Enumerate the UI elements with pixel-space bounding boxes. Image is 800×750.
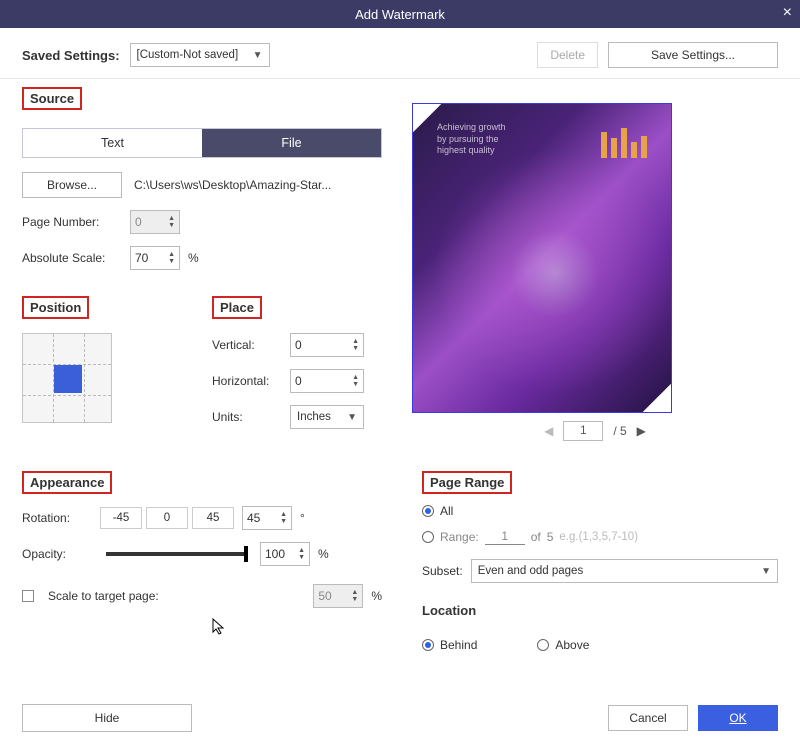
source-title: Source [22, 87, 82, 110]
place-title: Place [212, 296, 262, 319]
source-tabs: Text File [22, 128, 382, 158]
vertical-label: Vertical: [212, 338, 282, 352]
location-title: Location [422, 603, 778, 618]
range-hint: e.g.(1,3,5,7-10) [559, 531, 638, 543]
range-of-label: of [531, 530, 541, 544]
rotation-0-button[interactable]: 0 [146, 507, 188, 529]
horizontal-label: Horizontal: [212, 374, 282, 388]
opacity-label: Opacity: [22, 547, 92, 561]
page-number-label: Page Number: [22, 215, 122, 229]
spinner-icon[interactable]: ▲▼ [298, 547, 305, 561]
file-path-text: C:\Users\ws\Desktop\Amazing-Star... [134, 178, 331, 192]
horizontal-field[interactable]: 0 ▲▼ [290, 369, 364, 393]
range-total: 5 [547, 530, 554, 544]
appearance-title: Appearance [22, 471, 112, 494]
degree-label: ° [300, 511, 305, 525]
cancel-button[interactable]: Cancel [608, 705, 688, 731]
tab-text[interactable]: Text [23, 129, 202, 157]
percent-label: % [371, 589, 382, 603]
preview-total: / 5 [613, 424, 626, 438]
spinner-icon[interactable]: ▲▼ [168, 251, 175, 265]
window-title: Add Watermark [355, 7, 445, 22]
spinner-icon: ▲▼ [351, 589, 358, 603]
saved-settings-dropdown[interactable]: [Custom-Not saved] ▼ [130, 43, 270, 67]
location-above-radio[interactable] [537, 639, 549, 651]
rotation-neg45-button[interactable]: -45 [100, 507, 142, 529]
page-range-all-label: All [440, 504, 453, 518]
location-behind-label: Behind [440, 638, 477, 652]
absolute-scale-field[interactable]: 70 ▲▼ [130, 246, 180, 270]
save-settings-button[interactable]: Save Settings... [608, 42, 778, 68]
next-page-icon[interactable]: ▶ [637, 424, 646, 438]
preview-heading: Achieving growth by pursuing the highest… [437, 122, 506, 157]
scale-to-target-checkbox[interactable] [22, 590, 34, 602]
chevron-down-icon: ▼ [253, 50, 263, 61]
location-above-label: Above [555, 638, 589, 652]
slider-thumb[interactable] [244, 546, 248, 562]
units-label: Units: [212, 410, 282, 424]
preview-bars [601, 126, 647, 158]
rotation-label: Rotation: [22, 511, 92, 525]
saved-settings-row: Saved Settings: [Custom-Not saved] ▼ Del… [0, 28, 800, 79]
page-range-all-radio[interactable] [422, 505, 434, 517]
spinner-icon[interactable]: ▲▼ [352, 374, 359, 388]
position-title: Position [22, 296, 89, 319]
percent-label: % [318, 547, 329, 561]
range-label: Range: [440, 530, 479, 544]
preview-page-field[interactable]: 1 [563, 421, 603, 441]
opacity-field[interactable]: 100 ▲▼ [260, 542, 310, 566]
absolute-scale-label: Absolute Scale: [22, 251, 122, 265]
rotation-field[interactable]: 45 ▲▼ [242, 506, 292, 530]
cursor-icon [212, 618, 382, 639]
page-number-field[interactable]: 0 ▲▼ [130, 210, 180, 234]
spinner-icon[interactable]: ▲▼ [280, 511, 287, 525]
rotation-45-button[interactable]: 45 [192, 507, 234, 529]
vertical-field[interactable]: 0 ▲▼ [290, 333, 364, 357]
location-behind-radio[interactable] [422, 639, 434, 651]
tab-file[interactable]: File [202, 129, 381, 157]
chevron-down-icon: ▼ [347, 412, 357, 423]
range-from-input[interactable] [485, 528, 525, 545]
subset-dropdown[interactable]: Even and odd pages ▼ [471, 559, 778, 583]
position-grid[interactable] [22, 333, 112, 423]
hide-button[interactable]: Hide [22, 704, 192, 732]
units-dropdown[interactable]: Inches ▼ [290, 405, 364, 429]
spinner-icon[interactable]: ▲▼ [168, 215, 175, 229]
scale-to-target-label: Scale to target page: [48, 589, 159, 603]
saved-settings-label: Saved Settings: [22, 48, 120, 63]
preview-area: Achieving growth by pursuing the highest… [412, 103, 672, 413]
prev-page-icon[interactable]: ◀ [544, 424, 553, 438]
saved-settings-value: [Custom-Not saved] [137, 49, 239, 61]
page-range-range-radio[interactable] [422, 531, 434, 543]
position-center-cell[interactable] [54, 365, 82, 393]
subset-label: Subset: [422, 564, 463, 578]
close-icon[interactable]: × [783, 4, 792, 22]
browse-button[interactable]: Browse... [22, 172, 122, 198]
title-bar: Add Watermark × [0, 0, 800, 28]
delete-button[interactable]: Delete [537, 42, 598, 68]
opacity-slider[interactable] [106, 552, 246, 556]
ok-button[interactable]: OK [698, 705, 778, 731]
chevron-down-icon: ▼ [761, 566, 771, 577]
percent-label: % [188, 251, 199, 265]
page-range-title: Page Range [422, 471, 512, 494]
scale-to-target-field: 50 ▲▼ [313, 584, 363, 608]
spinner-icon[interactable]: ▲▼ [352, 338, 359, 352]
